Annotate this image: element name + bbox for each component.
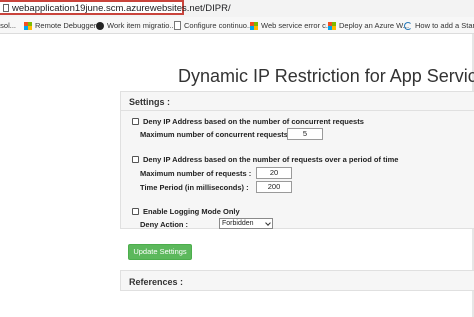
time-period-row: Time Period (in milliseconds) : <box>140 183 249 192</box>
max-requests-input[interactable]: 20 <box>256 167 292 179</box>
deny-concurrent-label: Deny IP Address based on the number of c… <box>143 117 364 126</box>
deny-action-value: Forbidden <box>222 220 254 227</box>
microsoft-icon <box>328 21 336 30</box>
deny-period-checkbox[interactable] <box>132 156 139 163</box>
page-title: Dynamic IP Restriction for App Services <box>178 66 474 86</box>
bookmark-label: Remote Debugger... <box>35 21 103 30</box>
page-icon <box>3 4 9 12</box>
max-concurrent-input[interactable]: 5 <box>287 128 323 140</box>
bookmark-item[interactable]: Web service error c... <box>250 20 332 31</box>
bookmarks-bar: esol... Remote Debugger... Work item mig… <box>0 17 474 34</box>
max-concurrent-row: Maximum number of concurrent requests: <box>140 130 290 139</box>
bookmark-item[interactable]: How to add a Start... <box>404 20 474 31</box>
bookmark-label: How to add a Start... <box>415 21 474 30</box>
bookmark-item[interactable]: Configure continuo... <box>174 20 253 31</box>
bookmark-item[interactable]: Deploy an Azure W... <box>328 20 409 31</box>
logging-checkbox[interactable] <box>132 208 139 215</box>
bookmark-item[interactable]: Remote Debugger... <box>24 20 102 31</box>
references-heading: References : <box>129 277 184 287</box>
deny-action-select[interactable]: Forbidden <box>219 218 273 229</box>
url-field[interactable]: webapplication19june.scm.azurewebsites.n… <box>0 0 231 15</box>
microsoft-icon <box>24 21 32 30</box>
references-panel: References : <box>120 270 474 291</box>
deny-concurrent-checkbox[interactable] <box>132 118 139 125</box>
deny-period-label: Deny IP Address based on the number of r… <box>143 155 399 164</box>
bookmark-item[interactable]: esol... <box>0 20 16 31</box>
github-icon <box>96 21 104 30</box>
deny-period-row: Deny IP Address based on the number of r… <box>132 155 398 164</box>
settings-heading: Settings : <box>129 97 171 107</box>
max-requests-row: Maximum number of requests : <box>140 169 251 178</box>
chevron-down-icon <box>265 220 271 226</box>
bookmark-label: Work item migratio... <box>107 21 176 30</box>
logging-label: Enable Logging Mode Only <box>143 207 240 216</box>
bookmark-label: Deploy an Azure W... <box>339 21 410 30</box>
max-requests-label: Maximum number of requests : <box>140 169 252 178</box>
max-concurrent-label: Maximum number of concurrent requests: <box>140 130 291 139</box>
address-bar: webapplication19june.scm.azurewebsites.n… <box>0 0 474 17</box>
settings-panel: Settings : Deny IP Address based on the … <box>120 91 474 229</box>
update-settings-button[interactable]: Update Settings <box>128 244 192 260</box>
bookmark-label: esol... <box>0 21 17 30</box>
deny-action-row: Deny Action : <box>140 220 188 229</box>
microsoft-icon <box>250 21 258 30</box>
document-icon <box>174 21 181 30</box>
time-period-label: Time Period (in milliseconds) : <box>140 183 249 192</box>
url-text: webapplication19june.scm.azurewebsites.n… <box>12 3 231 14</box>
bookmark-item[interactable]: Work item migratio... <box>96 20 176 31</box>
settings-header: Settings : <box>121 92 474 111</box>
sap-icon <box>404 21 412 30</box>
deny-concurrent-row: Deny IP Address based on the number of c… <box>132 117 364 126</box>
deny-action-label: Deny Action : <box>140 220 189 229</box>
bookmark-label: Web service error c... <box>261 21 333 30</box>
logging-row: Enable Logging Mode Only <box>132 207 240 216</box>
bookmark-label: Configure continuo... <box>184 21 254 30</box>
time-period-input[interactable]: 200 <box>256 181 292 193</box>
